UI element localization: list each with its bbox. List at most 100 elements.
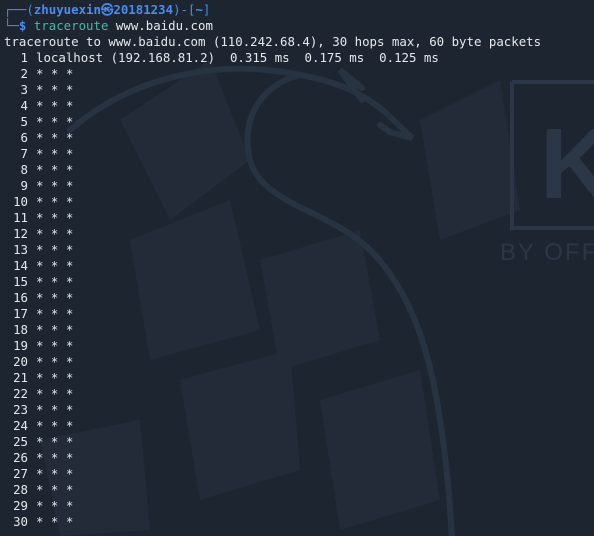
hop-row: 2 * * *	[4, 66, 594, 82]
hop-number: 19	[13, 338, 28, 353]
hop-number: 23	[13, 402, 28, 417]
command-line: └─$ traceroute www.baidu.com	[4, 18, 594, 34]
prompt-corner-bottom: └─	[4, 18, 19, 33]
prompt-dollar: $	[18, 18, 34, 33]
hop-row: 23 * * *	[4, 402, 594, 418]
hop-row: 3 * * *	[4, 82, 594, 98]
hop-result: * * *	[36, 162, 74, 177]
hop-row: 16 * * *	[4, 290, 594, 306]
command-name: traceroute	[33, 18, 109, 33]
hop-row: 30 * * *	[4, 514, 594, 530]
hop-row: 11 * * *	[4, 210, 594, 226]
hop-result: * * *	[36, 114, 74, 129]
prompt-at-icon: ㉿	[100, 2, 114, 17]
hop-number: 18	[13, 322, 28, 337]
hop-number: 3	[20, 82, 28, 97]
hop-number: 6	[20, 130, 28, 145]
hop-row: 10 * * *	[4, 194, 594, 210]
hop-result: localhost (192.168.81.2) 0.315 ms 0.175 …	[36, 50, 439, 65]
hop-row: 27 * * *	[4, 466, 594, 482]
hop-result: * * *	[36, 290, 74, 305]
hop-row: 13 * * *	[4, 242, 594, 258]
hop-result: * * *	[36, 402, 74, 417]
hop-result: * * *	[36, 242, 74, 257]
hop-number: 24	[13, 418, 28, 433]
prompt-host: 20181234	[113, 2, 174, 17]
hop-number: 11	[13, 210, 28, 225]
hop-row: 6 * * *	[4, 130, 594, 146]
hop-number: 10	[13, 194, 28, 209]
hop-number: 12	[13, 226, 28, 241]
hop-result: * * *	[36, 146, 74, 161]
hop-result: * * *	[36, 178, 74, 193]
terminal-output[interactable]: ┌──(zhuyuexin㉿20181234)-[~] └─$ tracerou…	[4, 2, 594, 530]
hop-number: 29	[13, 498, 28, 513]
hop-number: 21	[13, 370, 28, 385]
hop-row: 14 * * *	[4, 258, 594, 274]
hop-number: 5	[20, 114, 28, 129]
hop-result: * * *	[36, 514, 74, 529]
hop-result: * * *	[36, 450, 74, 465]
hop-result: * * *	[36, 466, 74, 481]
hop-number: 4	[20, 98, 28, 113]
hop-number: 1	[20, 50, 28, 65]
hop-result: * * *	[36, 354, 74, 369]
hop-number: 7	[20, 146, 28, 161]
prompt-close: ]	[202, 2, 211, 17]
hop-row: 29 * * *	[4, 498, 594, 514]
hop-result: * * *	[36, 370, 74, 385]
prompt-user: zhuyuexin	[33, 2, 101, 17]
hop-number: 14	[13, 258, 28, 273]
hop-result: * * *	[36, 418, 74, 433]
hop-row: 17 * * *	[4, 306, 594, 322]
hop-number: 27	[13, 466, 28, 481]
command-space	[108, 18, 115, 33]
prompt-sep: )-[	[173, 2, 196, 17]
prompt-corner: ┌──(	[4, 2, 34, 17]
hop-row: 22 * * *	[4, 386, 594, 402]
hop-number: 17	[13, 306, 28, 321]
hop-row: 26 * * *	[4, 450, 594, 466]
hop-row: 9 * * *	[4, 178, 594, 194]
hop-result: * * *	[36, 322, 74, 337]
hop-number: 20	[13, 354, 28, 369]
hop-row: 15 * * *	[4, 274, 594, 290]
hop-row: 7 * * *	[4, 146, 594, 162]
traceroute-header: traceroute to www.baidu.com (110.242.68.…	[4, 34, 542, 49]
hop-row: 12 * * *	[4, 226, 594, 242]
hop-result: * * *	[36, 338, 74, 353]
hop-number: 9	[20, 178, 28, 193]
hop-row: 20 * * *	[4, 354, 594, 370]
hop-number: 22	[13, 386, 28, 401]
hop-row: 1 localhost (192.168.81.2) 0.315 ms 0.175…	[4, 50, 594, 66]
hop-number: 28	[13, 482, 28, 497]
hop-result: * * *	[36, 434, 74, 449]
hop-result: * * *	[36, 210, 74, 225]
hop-result: * * *	[36, 258, 74, 273]
prompt-line: ┌──(zhuyuexin㉿20181234)-[~]	[4, 2, 594, 18]
hop-number: 16	[13, 290, 28, 305]
hop-result: * * *	[36, 130, 74, 145]
prompt-dir: ~	[195, 2, 203, 17]
hop-result: * * *	[36, 82, 74, 97]
hop-result: * * *	[36, 306, 74, 321]
hop-number: 2	[20, 66, 28, 81]
hop-number: 25	[13, 434, 28, 449]
hop-list: 1 localhost (192.168.81.2) 0.315 ms 0.175…	[4, 50, 594, 530]
hop-row: 19 * * *	[4, 338, 594, 354]
command-args: www.baidu.com	[115, 18, 213, 33]
hop-row: 4 * * *	[4, 98, 594, 114]
hop-row: 24 * * *	[4, 418, 594, 434]
hop-row: 18 * * *	[4, 322, 594, 338]
hop-number: 8	[20, 162, 28, 177]
hop-row: 28 * * *	[4, 482, 594, 498]
hop-row: 8 * * *	[4, 162, 594, 178]
hop-row: 5 * * *	[4, 114, 594, 130]
hop-result: * * *	[36, 194, 74, 209]
hop-row: 25 * * *	[4, 434, 594, 450]
hop-result: * * *	[36, 98, 74, 113]
hop-result: * * *	[36, 498, 74, 513]
hop-result: * * *	[36, 226, 74, 241]
hop-result: * * *	[36, 386, 74, 401]
hop-number: 13	[13, 242, 28, 257]
